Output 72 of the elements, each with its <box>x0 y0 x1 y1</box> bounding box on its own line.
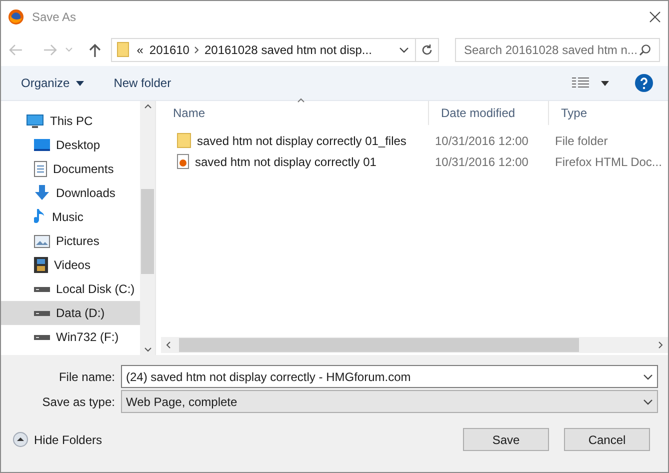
film-icon <box>34 257 48 273</box>
refresh-icon[interactable] <box>420 44 433 56</box>
sidebar-item[interactable]: Videos <box>1 253 140 277</box>
help-icon[interactable] <box>635 74 653 92</box>
document-icon <box>34 161 47 177</box>
save-button[interactable]: Save <box>463 428 549 451</box>
desktop-icon <box>34 139 50 151</box>
scroll-right-icon[interactable] <box>658 341 663 349</box>
overflow-chevron[interactable]: « <box>136 40 144 58</box>
scroll-up-icon[interactable] <box>144 104 152 109</box>
vertical-scrollbar[interactable] <box>140 101 155 355</box>
date-cell-text: 10/31/2016 12:00 <box>434 132 530 150</box>
file-name-label: File name: <box>58 368 116 386</box>
caret-icon <box>76 80 84 86</box>
sidebar-item[interactable]: Documents <box>1 157 140 181</box>
address-bar[interactable]: « 201610 20161028 saved htm not disp... <box>110 38 439 62</box>
file-name-field[interactable]: (24) saved htm not display correctly - HMGforum.com <box>121 365 658 388</box>
up-arrow-icon[interactable] <box>88 42 101 56</box>
sidebar-item[interactable]: This PC <box>1 109 140 133</box>
file-name-cell[interactable]: saved htm not display correctly 01 <box>195 152 376 170</box>
sidebar-item[interactable]: Downloads <box>1 181 140 205</box>
search-field[interactable]: Search 20161028 saved htm n... <box>454 38 660 62</box>
breadcrumb[interactable]: 201610 <box>149 40 190 58</box>
save-type-dropdown[interactable]: Web Page, complete <box>121 390 658 413</box>
sidebar-item[interactable]: Win732 (F:) <box>1 325 140 349</box>
dropdown-caret-icon <box>398 46 409 52</box>
scroll-left-icon[interactable] <box>166 341 171 349</box>
date-cell-text: 10/31/2016 12:00 <box>434 154 530 170</box>
music-note-icon <box>34 209 46 225</box>
search-icon <box>638 44 651 56</box>
dropdown-caret-icon <box>643 398 653 404</box>
view-options-icon[interactable] <box>572 77 589 89</box>
drive-icon <box>34 285 50 293</box>
download-arrow-icon <box>34 185 50 201</box>
html-file-icon <box>177 154 189 169</box>
view-caret-icon[interactable] <box>601 80 609 86</box>
column-header[interactable]: Date modified <box>429 101 549 125</box>
file-name-input[interactable]: (24) saved htm not display correctly - HMGforum.com <box>126 368 643 386</box>
scrollbar-thumb[interactable] <box>141 189 154 274</box>
sidebar-item[interactable]: Music <box>1 205 140 229</box>
type-cell-text: File folder <box>554 132 608 150</box>
chevron-right-icon[interactable] <box>194 46 200 54</box>
drive-icon <box>34 333 50 341</box>
chevron-up-circle-icon <box>13 432 28 447</box>
search-input[interactable]: Search 20161028 saved htm n... <box>464 40 639 58</box>
scroll-down-icon[interactable] <box>144 347 152 352</box>
scrollbar-thumb[interactable] <box>179 338 579 352</box>
dropdown-caret-icon <box>643 374 653 380</box>
column-header[interactable]: Name <box>161 101 429 125</box>
type-cell-text: Firefox HTML Doc... <box>554 154 662 170</box>
folder-icon <box>116 42 129 57</box>
sidebar-item[interactable]: Local Disk (C:) <box>1 277 140 301</box>
sidebar-item[interactable]: Desktop <box>1 133 140 157</box>
column-header[interactable]: Type <box>549 101 668 125</box>
new-folder-button[interactable]: New folder <box>114 74 172 92</box>
save-type-label: Save as type: <box>41 394 116 410</box>
fox-logo-icon <box>8 9 24 25</box>
sidebar-item[interactable]: Data (D:) <box>1 301 140 325</box>
sidebar-item[interactable]: Pictures <box>1 229 140 253</box>
close-icon[interactable] <box>649 11 661 23</box>
breadcrumb[interactable]: 20161028 saved htm not disp... <box>204 40 372 58</box>
computer-icon <box>26 114 44 128</box>
cancel-button[interactable]: Cancel <box>564 428 650 451</box>
picture-icon <box>34 234 50 248</box>
sort-caret-icon <box>297 98 305 103</box>
organize-button[interactable]: Organize <box>21 74 84 92</box>
hide-folders-button[interactable]: Hide Folders <box>13 430 102 448</box>
window-title: Save As <box>32 9 76 26</box>
folder-icon <box>177 133 191 148</box>
file-name-cell[interactable]: saved htm not display correctly 01_files <box>197 132 406 150</box>
horizontal-scrollbar[interactable] <box>161 337 668 353</box>
drive-icon <box>34 309 50 317</box>
